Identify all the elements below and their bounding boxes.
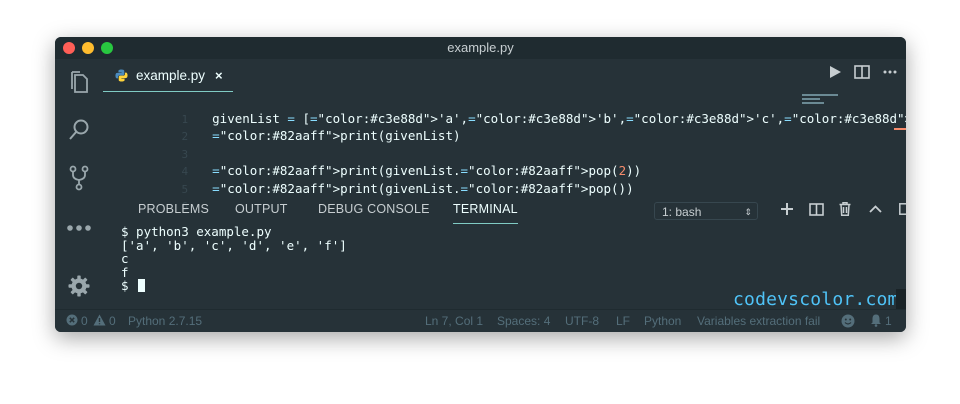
minimap[interactable]	[802, 93, 842, 105]
tab-terminal[interactable]: TERMINAL	[453, 202, 518, 224]
code-text: ="color:#82aaff">print(givenList)	[212, 128, 461, 143]
new-terminal-icon[interactable]	[778, 200, 796, 218]
more-actions-icon[interactable]	[882, 65, 898, 79]
tab-close-icon[interactable]: ×	[215, 68, 223, 83]
maximize-panel-icon[interactable]	[866, 200, 884, 218]
error-icon[interactable]	[66, 314, 78, 326]
end-of-line[interactable]: LF	[616, 314, 630, 328]
terminal-scrollbar[interactable]	[896, 289, 906, 309]
terminal-line: $ python3 example.py	[121, 224, 272, 239]
scrollbar-marker	[894, 128, 906, 130]
tab-output[interactable]: OUTPUT	[235, 202, 288, 216]
split-terminal-icon[interactable]	[807, 200, 825, 218]
cursor-position[interactable]: Ln 7, Col 1	[425, 314, 483, 328]
terminal-line: ['a', 'b', 'c', 'd', 'e', 'f']	[121, 237, 347, 253]
code-line: 1 givenList = [="color:#c3e88d">'a',="col…	[103, 92, 906, 126]
search-icon[interactable]	[65, 116, 93, 144]
code-editor[interactable]: 1 givenList = [="color:#c3e88d">'a',="col…	[103, 91, 906, 214]
more-icon[interactable]	[65, 214, 93, 242]
warning-icon[interactable]	[93, 314, 106, 326]
terminal-prompt: $	[121, 278, 137, 293]
editor-window: example.py example.py × 1 givenList = [=…	[55, 37, 906, 332]
python-interpreter[interactable]: Python 2.7.15	[128, 314, 202, 328]
code-line: 4 ="color:#82aaff">print(givenList.="colo…	[103, 145, 642, 178]
notification-count[interactable]: 1	[885, 314, 892, 328]
toggle-panel-position-icon[interactable]	[897, 200, 906, 218]
terminal-line: f	[121, 264, 129, 280]
terminal-line: c	[121, 251, 129, 266]
run-icon[interactable]	[828, 65, 842, 79]
error-count[interactable]: 0	[81, 314, 88, 328]
bell-icon[interactable]	[870, 314, 882, 327]
terminal-cursor	[138, 279, 146, 292]
panel-tabs: PROBLEMS OUTPUT DEBUG CONSOLE TERMINAL 1…	[103, 195, 906, 225]
files-icon[interactable]	[65, 68, 93, 96]
status-bar: 0 0 Python 2.7.15 Ln 7, Col 1 Spaces: 4 …	[55, 309, 906, 332]
activity-bar	[55, 59, 103, 310]
encoding[interactable]: UTF-8	[565, 314, 599, 328]
split-editor-icon[interactable]	[854, 65, 870, 79]
code-line: 5 ="color:#82aaff">print(givenList.="colo…	[103, 162, 634, 196]
language-mode[interactable]: Python	[644, 314, 681, 328]
title-bar: example.py	[55, 37, 906, 59]
indentation[interactable]: Spaces: 4	[497, 314, 550, 328]
editor-actions	[828, 65, 898, 79]
warning-count[interactable]: 0	[109, 314, 116, 328]
watermark: codevscolor.com	[733, 289, 899, 310]
code-line: 3	[103, 127, 212, 161]
tab-example-py[interactable]: example.py ×	[103, 59, 233, 92]
window-title: example.py	[447, 40, 514, 55]
source-control-icon[interactable]	[65, 164, 93, 192]
tab-label: example.py	[136, 67, 206, 83]
status-message[interactable]: Variables extraction fail	[697, 314, 820, 328]
editor-tabs: example.py ×	[103, 59, 906, 92]
terminal-select[interactable]: 1: bash ⇕	[654, 202, 758, 220]
feedback-smiley-icon[interactable]	[841, 314, 855, 328]
trash-icon[interactable]	[836, 200, 854, 218]
terminal-select-value: 1: bash	[662, 205, 702, 219]
python-icon	[115, 68, 128, 82]
code-line: 2 ="color:#82aaff">print(givenList)	[103, 110, 461, 143]
tab-problems[interactable]: PROBLEMS	[138, 202, 209, 216]
select-arrows-icon: ⇕	[744, 207, 752, 217]
gear-icon[interactable]	[65, 272, 93, 300]
tab-debug-console[interactable]: DEBUG CONSOLE	[318, 202, 430, 216]
